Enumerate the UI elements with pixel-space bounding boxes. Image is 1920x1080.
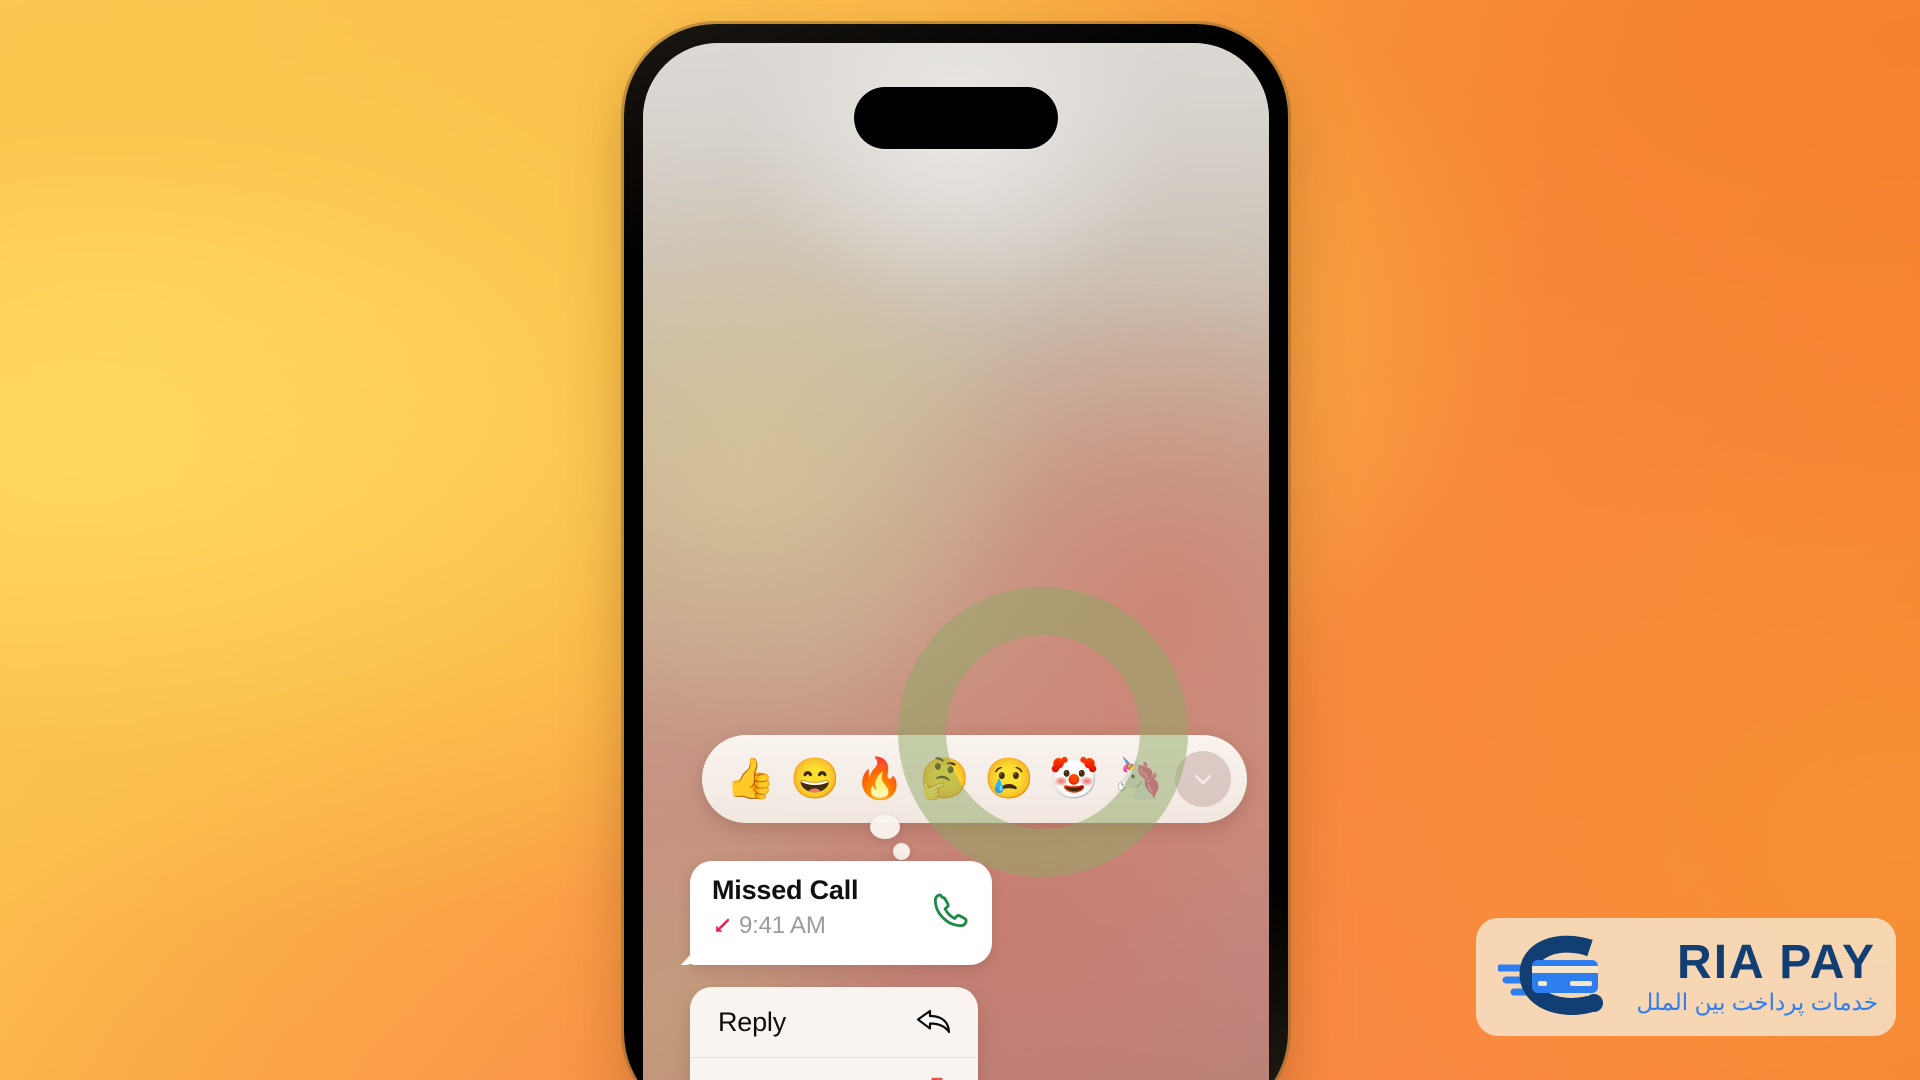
trash-icon <box>931 1077 943 1080</box>
reply-arrow-icon <box>916 1009 951 1034</box>
grinning-face-reaction[interactable]: 😄 <box>783 759 848 799</box>
brand-text: RIA PAY خدمات پرداخت بین الملل <box>1620 935 1878 1015</box>
missed-call-time: 9:41 AM <box>739 912 826 939</box>
reaction-bar-tail-small <box>893 843 910 860</box>
menu-item-reply[interactable]: Reply <box>690 987 978 1057</box>
phone-screen: 👍 😄 🔥 🤔 😢 🤡 🦄 Missed Call 9:41 AM Reply <box>643 43 1269 1080</box>
phone-handset-icon[interactable] <box>928 889 972 933</box>
context-menu[interactable]: Reply Delete <box>690 987 978 1080</box>
screenshot-stage: 👍 😄 🔥 🤔 😢 🤡 🦄 Missed Call 9:41 AM Reply … <box>0 0 1920 1080</box>
thumbs-up-reaction[interactable]: 👍 <box>718 759 783 799</box>
thinking-face-reaction[interactable]: 🤔 <box>912 759 977 799</box>
reaction-bar[interactable]: 👍 😄 🔥 🤔 😢 🤡 🦄 <box>702 735 1247 823</box>
dynamic-island <box>854 87 1058 149</box>
brand-tagline: خدمات پرداخت بین الملل <box>1636 988 1878 1015</box>
clown-face-reaction[interactable]: 🤡 <box>1042 759 1107 799</box>
brand-wordmark: RIA PAY <box>1677 935 1876 989</box>
fire-reaction[interactable]: 🔥 <box>847 759 912 799</box>
phone-device-frame: 👍 😄 🔥 🤔 😢 🤡 🦄 Missed Call 9:41 AM Reply <box>624 24 1288 1080</box>
chevron-down-icon <box>1194 774 1212 785</box>
brand-logo: RIA PAY خدمات پرداخت بین الملل <box>1476 918 1896 1036</box>
menu-item-reply-label: Reply <box>718 1006 787 1037</box>
unicorn-reaction[interactable]: 🦄 <box>1106 759 1171 799</box>
missed-call-message[interactable]: Missed Call 9:41 AM <box>690 861 992 965</box>
menu-item-delete[interactable]: Delete <box>690 1057 978 1080</box>
arrow-down-left-icon <box>716 918 730 932</box>
credit-card-motion-icon <box>1496 934 1610 1020</box>
more-reactions-button[interactable] <box>1175 751 1232 807</box>
reaction-bar-tail-large <box>870 815 900 839</box>
crying-face-reaction[interactable]: 😢 <box>977 759 1042 799</box>
